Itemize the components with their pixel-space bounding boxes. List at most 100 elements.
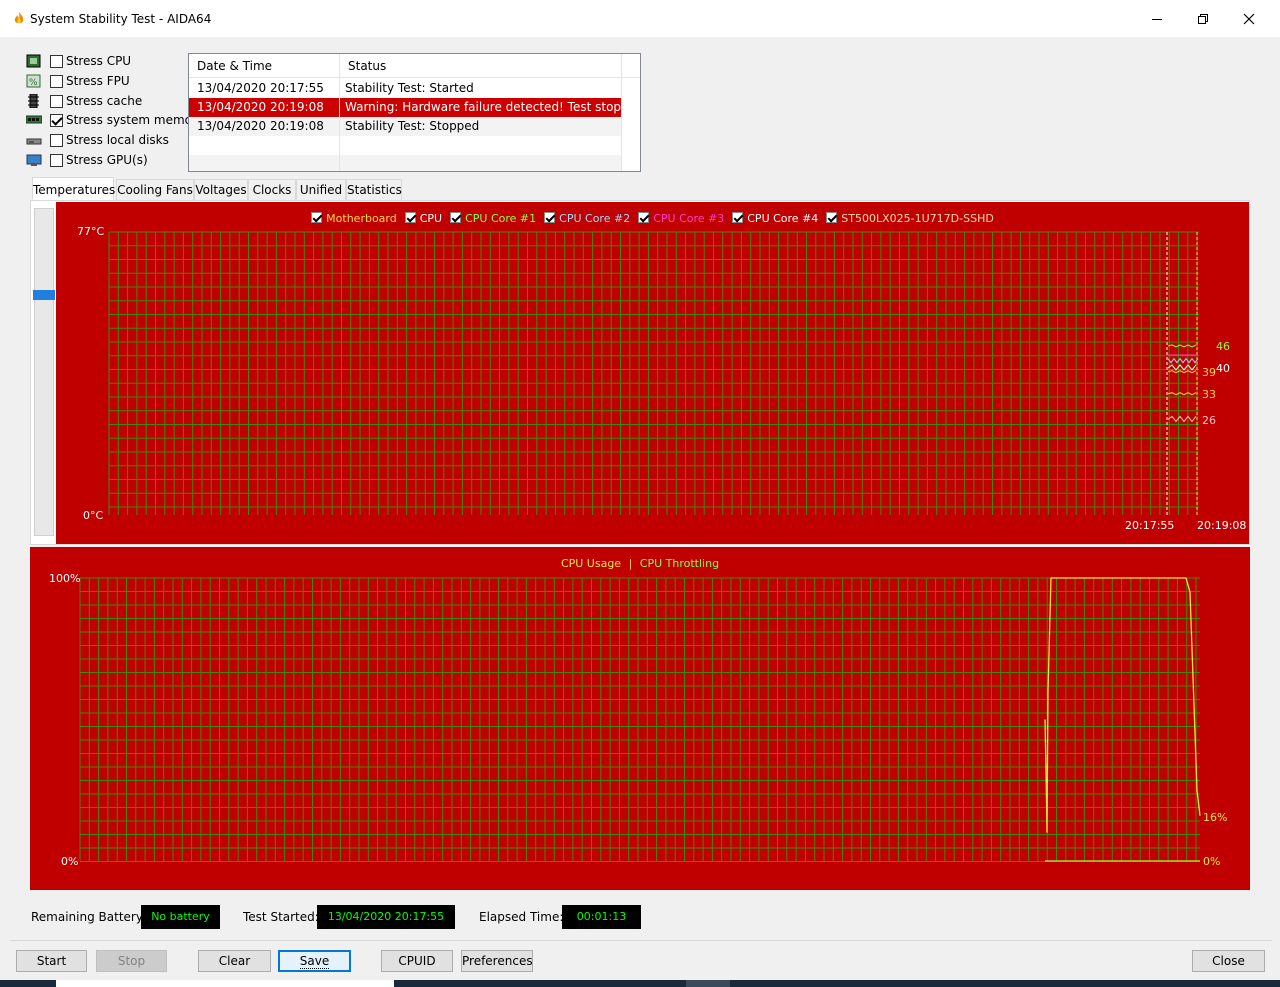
series-line-cpu-core-2 (1167, 357, 1199, 364)
taskbar-search-box[interactable] (56, 980, 394, 987)
fpu-icon: % (26, 74, 41, 88)
sensor-scroll-thumb[interactable] (33, 290, 55, 300)
legend-separator: | (628, 557, 633, 570)
stress-checkbox[interactable] (50, 95, 63, 108)
log-row-warning[interactable]: 13/04/2020 20:19:08 Warning: Hardware fa… (189, 98, 640, 117)
close-button[interactable]: Close (1192, 950, 1265, 972)
battery-value: No battery (141, 905, 220, 929)
minimize-icon (1152, 18, 1162, 20)
title-bar: System Stability Test - AIDA64 (0, 0, 1280, 37)
legend-checkbox[interactable] (311, 212, 323, 223)
close-window-button[interactable] (1226, 0, 1272, 37)
log-row-empty (189, 136, 622, 155)
log-date: 13/04/2020 20:19:08 (197, 119, 324, 133)
stress-checkbox[interactable] (50, 75, 63, 88)
stress-label: Stress FPU (66, 74, 130, 88)
legend-item-cpu[interactable]: CPU (404, 212, 443, 225)
legend-checkbox[interactable] (826, 212, 838, 223)
stress-option-stress-local-disks[interactable]: Stress local disks (26, 131, 196, 149)
legend-item-st500lx025-1u717d-sshd[interactable]: ST500LX025-1U717D-SSHD (826, 212, 994, 225)
legend-checkbox[interactable] (404, 212, 416, 223)
cpu-throttle-value: 0% (1203, 855, 1221, 868)
stress-checkbox[interactable] (50, 114, 63, 127)
log-date: 13/04/2020 20:19:08 (197, 100, 324, 114)
log-header-date[interactable]: Date & Time (189, 54, 340, 78)
stress-label: Stress local disks (66, 133, 169, 147)
cpuid-button[interactable]: CPUID (381, 950, 453, 972)
legend-checkbox[interactable] (638, 212, 650, 223)
log-row[interactable]: 13/04/2020 20:19:08 Stability Test: Stop… (189, 117, 622, 136)
stress-option-stress-cpu[interactable]: Stress CPU (26, 52, 196, 70)
log-header: Date & Time Status (189, 54, 640, 78)
stress-checkbox[interactable] (50, 134, 63, 147)
test-started-label: Test Started: (243, 910, 319, 924)
event-log-table: Date & Time Status 13/04/2020 20:17:55 S… (188, 53, 641, 172)
log-status: Warning: Hardware failure detected! Test… (345, 100, 641, 114)
legend-cpu-throttling: CPU Throttling (639, 557, 720, 570)
series-line-st500lx025-1u717d-sshd (1167, 392, 1197, 396)
memory-icon (26, 115, 42, 124)
cache-icon (28, 94, 39, 108)
button-bar-divider (10, 940, 1272, 941)
cpu-y-max-label: 100% (49, 572, 81, 585)
cpu-usage-chart: CPU Usage | CPU Throttling 100% 0% 16% 0… (30, 547, 1250, 890)
stress-label: Stress system memory (66, 113, 205, 127)
legend-item-cpu-core-4[interactable]: CPU Core #4 (732, 212, 818, 225)
sensor-scrollbar[interactable] (34, 208, 54, 536)
stress-option-stress-cache[interactable]: Stress cache (26, 92, 196, 110)
stress-checkbox[interactable] (50, 55, 63, 68)
legend-label: CPU Core #4 (747, 212, 819, 225)
preferences-button[interactable]: Preferences (461, 950, 533, 972)
start-button[interactable]: Start (16, 950, 87, 972)
test-started-value: 13/04/2020 20:17:55 (317, 905, 455, 929)
log-row[interactable]: 13/04/2020 20:17:55 Stability Test: Star… (189, 79, 622, 98)
stress-option-stress-fpu[interactable]: % Stress FPU (26, 72, 196, 90)
temp-x-end-label: 20:19:08 (1197, 519, 1247, 532)
elapsed-time-value: 00:01:13 (562, 905, 641, 929)
stress-label: Stress CPU (66, 54, 132, 68)
legend-checkbox[interactable] (732, 212, 744, 223)
temp-value-label: 33 (1202, 388, 1216, 401)
tab-cooling-fans[interactable]: Cooling Fans (116, 179, 194, 201)
elapsed-time-label: Elapsed Time: (479, 910, 564, 924)
legend-label: ST500LX025-1U717D-SSHD (841, 212, 994, 225)
legend-checkbox[interactable] (544, 212, 556, 223)
temperature-plot (108, 231, 1199, 515)
temp-value-label: 39 (1202, 366, 1216, 379)
log-status: Stability Test: Started (345, 81, 474, 95)
legend-checkbox[interactable] (450, 212, 462, 223)
stress-label: Stress cache (66, 94, 143, 108)
log-header-status[interactable]: Status (340, 54, 622, 78)
legend-item-cpu-core-1[interactable]: CPU Core #1 (450, 212, 536, 225)
taskbar-app-button[interactable] (686, 980, 730, 987)
tab-voltages[interactable]: Voltages (194, 179, 248, 201)
tab-temperatures[interactable]: Temperatures (32, 177, 115, 200)
cpu-usage-plot (79, 577, 1201, 862)
legend-label: CPU (419, 212, 443, 225)
legend-item-motherboard[interactable]: Motherboard (311, 212, 397, 225)
window-title: System Stability Test - AIDA64 (30, 12, 212, 26)
stop-button[interactable]: Stop (96, 950, 167, 972)
series-line-cpu-core-4 (1167, 415, 1197, 423)
save-button-label: Save (299, 954, 330, 969)
gpu-icon (26, 154, 42, 166)
save-button[interactable]: Save (278, 950, 351, 972)
series-line-cpu-core-1 (1167, 344, 1197, 348)
stress-option-stress-gpu-s[interactable]: Stress GPU(s) (26, 151, 196, 169)
tab-statistics[interactable]: Statistics (346, 179, 402, 201)
temp-value-label: 26 (1202, 414, 1216, 427)
minimize-button[interactable] (1134, 0, 1180, 37)
legend-label: CPU Core #3 (653, 212, 725, 225)
temp-value-label: 46 (1216, 340, 1230, 353)
tab-unified[interactable]: Unified (296, 179, 346, 201)
temp-x-start-label: 20:17:55 (1125, 519, 1175, 532)
clear-button[interactable]: Clear (198, 950, 271, 972)
stress-checkbox[interactable] (50, 154, 63, 167)
tab-clocks[interactable]: Clocks (248, 179, 296, 201)
legend-item-cpu-core-3[interactable]: CPU Core #3 (638, 212, 724, 225)
legend-item-cpu-core-2[interactable]: CPU Core #2 (544, 212, 630, 225)
legend-cpu-usage: CPU Usage (560, 557, 622, 570)
restore-button[interactable] (1180, 0, 1226, 37)
stress-option-stress-system-memory[interactable]: Stress system memory (26, 111, 204, 129)
battery-label: Remaining Battery: (31, 910, 147, 924)
